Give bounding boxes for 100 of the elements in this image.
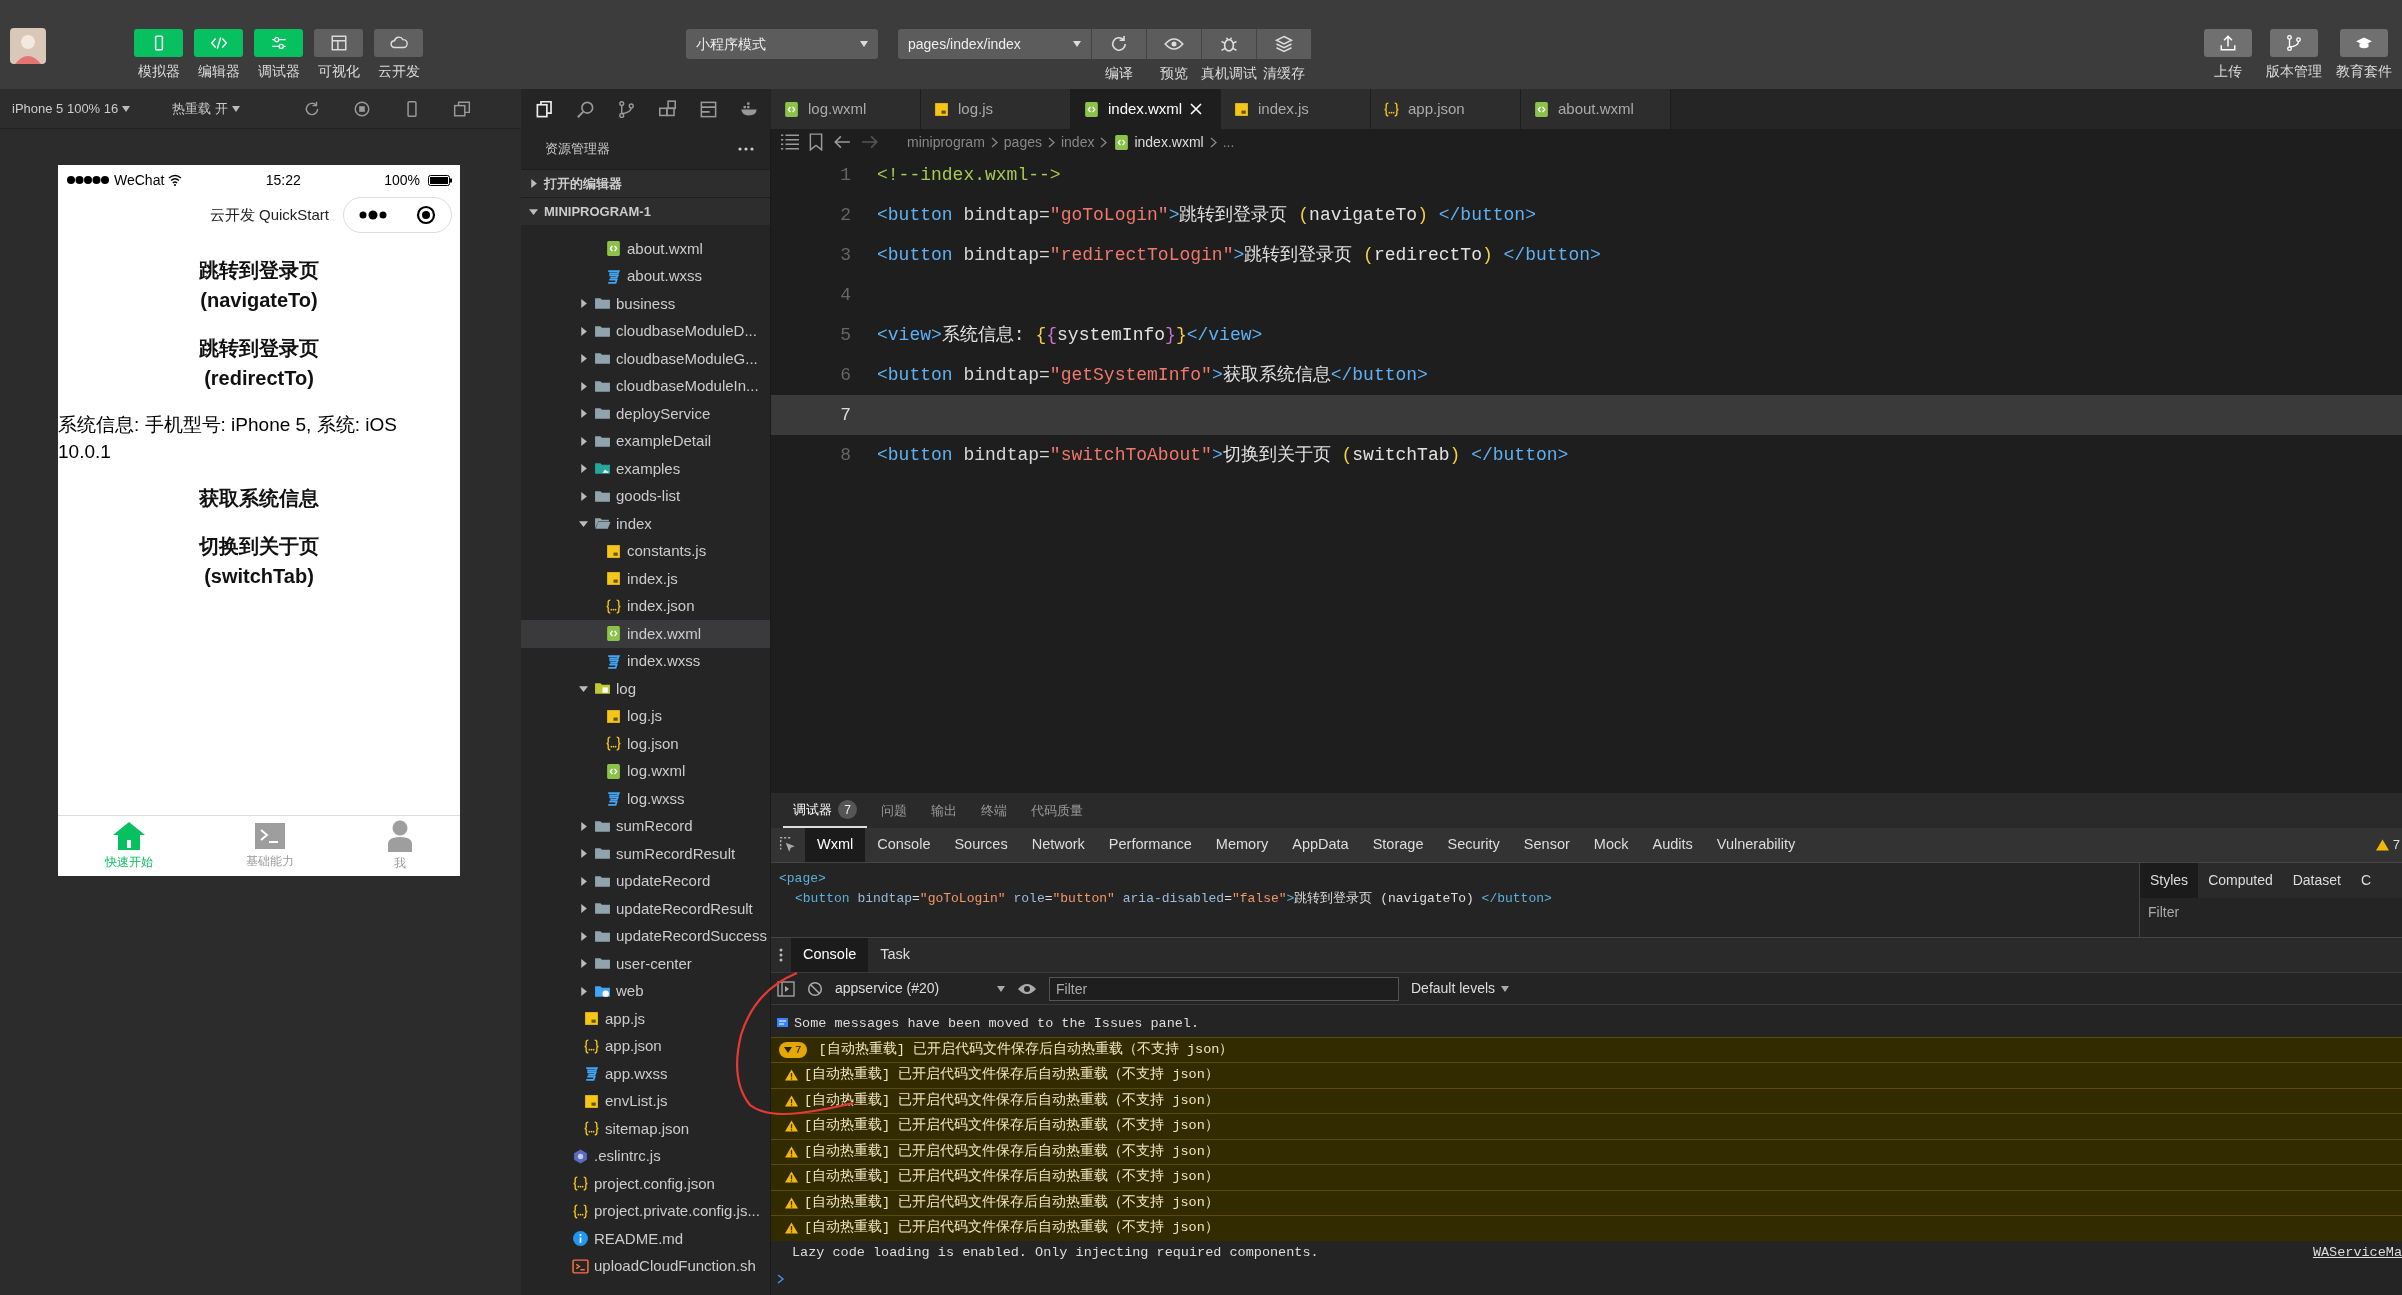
more-vertical-icon[interactable] (779, 948, 783, 962)
chevron-down-icon[interactable] (579, 519, 588, 529)
devtools-tab[interactable]: Storage (1360, 828, 1436, 862)
upload-icon[interactable] (2219, 34, 2237, 52)
file-tree-item[interactable]: updateRecordResult (521, 895, 770, 923)
chevron-right-icon[interactable] (579, 381, 588, 391)
chevron-right-icon[interactable] (579, 491, 588, 501)
toolbar-icon-button[interactable] (1256, 29, 1311, 59)
file-tree-item[interactable]: app.json (521, 1032, 770, 1060)
file-tree-item[interactable]: sumRecordResult (521, 840, 770, 868)
page-button[interactable]: 切换到关于页 (switchTab) (169, 531, 349, 591)
file-tree-item[interactable]: log.js (521, 702, 770, 730)
breadcrumb-item[interactable]: miniprogram (907, 131, 985, 153)
file-tree-item[interactable]: constants.js (521, 537, 770, 565)
console-message[interactable]: [自动热重载] 已开启代码文件保存后自动热重载（不支持 json） (818, 1039, 1234, 1060)
file-tree-item[interactable]: business (521, 290, 770, 318)
layers-icon[interactable] (1274, 34, 1294, 54)
chevron-down-icon[interactable] (529, 207, 538, 216)
section-header[interactable]: MINIPROGRAM-1 (521, 197, 770, 225)
file-tree-item[interactable]: exampleDetail (521, 427, 770, 455)
sidebar-icon[interactable] (777, 980, 795, 997)
breadcrumb-item[interactable]: index (1060, 131, 1095, 153)
bookmark-icon[interactable] (809, 133, 823, 151)
file-tree-item[interactable]: app.js (521, 1005, 770, 1033)
file-tree-item[interactable]: cloudbaseModuleD... (521, 317, 770, 345)
chevron-right-icon[interactable] (579, 821, 588, 831)
refresh-icon[interactable] (1109, 34, 1129, 54)
devtools-tab[interactable]: Memory (1203, 828, 1281, 862)
devtools-tab[interactable]: Audits (1640, 828, 1705, 862)
levels-dropdown[interactable]: Default levels (1411, 978, 1510, 999)
filter-field[interactable]: Filter (2140, 898, 2402, 927)
devtools-tab[interactable]: Sources (942, 828, 1020, 862)
mode-dropdown[interactable]: 小程序模式 (686, 29, 878, 59)
editor-tab[interactable]: log.js (921, 89, 1071, 129)
file-tree-item[interactable]: about.wxml (521, 235, 770, 263)
section-header[interactable]: 打开的编辑器 (521, 169, 770, 197)
editor-tab[interactable]: log.wxml (771, 89, 921, 129)
file-tree-item[interactable]: index (521, 510, 770, 538)
eye-icon[interactable] (1017, 981, 1037, 996)
file-tree-item[interactable]: log.json (521, 730, 770, 758)
sliders-icon[interactable] (269, 34, 288, 52)
devtools-tab[interactable]: Security (1435, 828, 1512, 862)
file-tree-item[interactable]: user-center (521, 950, 770, 978)
toolbar-button[interactable] (314, 29, 363, 57)
target-icon[interactable] (416, 205, 437, 225)
file-tree-item[interactable]: app.wxss (521, 1060, 770, 1088)
blocks-icon[interactable] (658, 99, 677, 119)
file-tree-item[interactable]: sumRecord (521, 812, 770, 840)
styles-tab[interactable]: C (2350, 863, 2382, 898)
toolbar-button[interactable] (2340, 29, 2388, 57)
chevron-right-icon[interactable] (579, 849, 588, 859)
editor-tab[interactable]: index.wxml (1071, 89, 1221, 129)
file-tree-item[interactable]: cloudbaseModuleIn... (521, 372, 770, 400)
chevron-right-icon[interactable] (579, 986, 588, 996)
file-tree-item[interactable]: cloudbaseModuleG... (521, 345, 770, 373)
chevron-right-icon[interactable] (579, 464, 588, 474)
device-dropdown[interactable]: iPhone 5 100% 16 (11, 97, 132, 120)
caret-down-icon[interactable] (784, 1046, 792, 1053)
styles-tab[interactable]: Dataset (2282, 863, 2351, 898)
page-button[interactable]: 获取系统信息 (199, 483, 319, 513)
branch-icon[interactable] (2285, 34, 2303, 52)
toolbar-icon-button[interactable] (1201, 29, 1256, 59)
file-tree-item[interactable]: goods-list (521, 482, 770, 510)
source-link[interactable]: WAServiceMa (2312, 1243, 2402, 1264)
toolbar-button[interactable] (2270, 29, 2318, 57)
devtools-tab[interactable]: Vulnerability (1704, 828, 1808, 862)
devtools-tab[interactable]: Network (1019, 828, 1097, 862)
devtools-tab[interactable]: Wxml (805, 828, 866, 862)
file-tree-item[interactable]: about.wxss (521, 262, 770, 290)
page-button[interactable]: 跳转到登录页 (redirectTo) (169, 333, 349, 393)
chevron-right-icon[interactable] (579, 904, 588, 914)
panel-tab[interactable]: 代码质量 (1021, 793, 1093, 828)
branch-icon[interactable] (617, 99, 636, 119)
toolbar-icon-button[interactable] (1146, 29, 1201, 59)
filter-field[interactable]: Filter (1049, 976, 1399, 1001)
back-arrow-icon[interactable] (833, 134, 851, 150)
file-tree-item[interactable]: sitemap.json (521, 1115, 770, 1143)
file-tree-item[interactable]: index.wxml (521, 620, 770, 648)
file-tree-item[interactable]: .eslintrc.js (521, 1142, 770, 1170)
editor-tab[interactable]: about.wxml (1521, 89, 1671, 129)
hot-reload-dropdown[interactable]: 热重载 开 (171, 97, 241, 120)
styles-tab[interactable]: Styles (2140, 863, 2199, 898)
drawer-tab[interactable]: Console (791, 938, 869, 972)
panel-tab[interactable]: 终端 (971, 793, 1017, 828)
stop-icon[interactable] (352, 99, 371, 118)
file-tree-item[interactable]: envList.js (521, 1087, 770, 1115)
context-dropdown[interactable]: appservice (#20) (835, 978, 1005, 999)
editor-tab[interactable]: app.json (1371, 89, 1521, 129)
file-tree-item[interactable]: index.json (521, 592, 770, 620)
file-tree-item[interactable]: log (521, 675, 770, 703)
file-tree-item[interactable]: updateRecordSuccess (521, 922, 770, 950)
inspect-icon[interactable] (779, 836, 797, 854)
search-icon[interactable] (576, 99, 595, 119)
file-tree-item[interactable]: README.md (521, 1225, 770, 1253)
drawer-tab[interactable]: Task (868, 938, 923, 972)
breadcrumb-item[interactable]: ... (1222, 131, 1235, 153)
styles-tab[interactable]: Computed (2198, 863, 2283, 898)
chevron-right-icon[interactable] (579, 326, 588, 336)
chevron-right-icon[interactable] (579, 876, 588, 886)
block-icon[interactable] (807, 980, 823, 997)
